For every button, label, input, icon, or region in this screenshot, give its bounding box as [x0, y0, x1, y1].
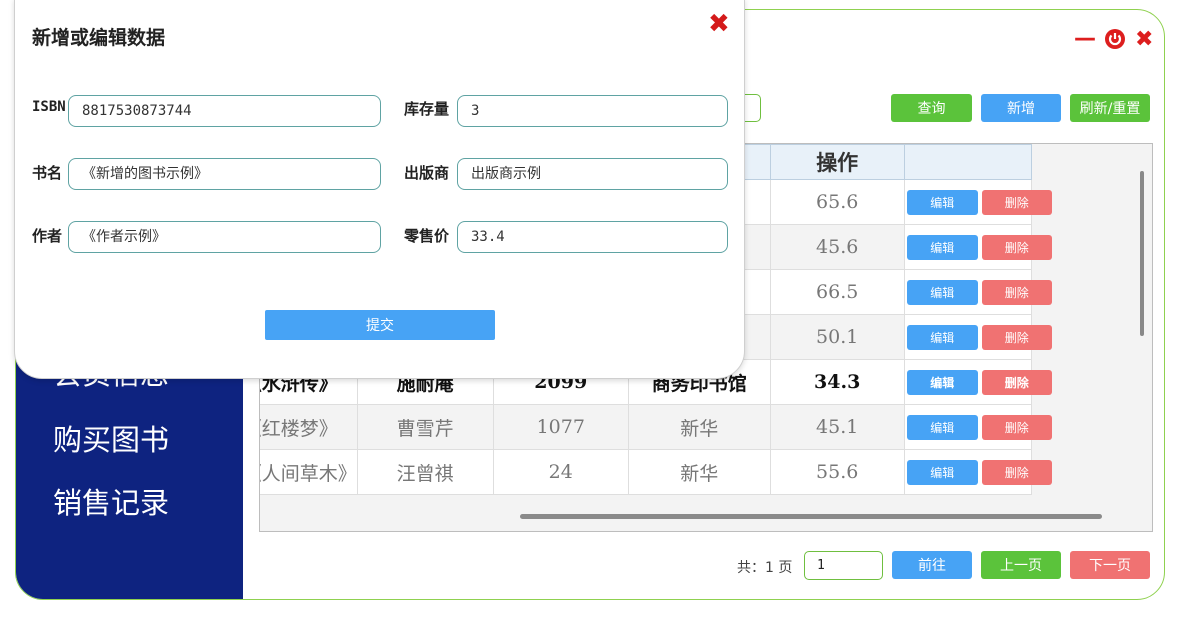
cell-publisher: 新华 [627, 449, 771, 495]
minimize-icon[interactable]: — [1074, 26, 1096, 51]
author-field[interactable]: 《作者示例》 [68, 221, 381, 253]
cell-price: 34.3 [769, 359, 905, 405]
cell-price: 45.6 [769, 224, 905, 270]
isbn-label: ISBN [32, 99, 66, 115]
cell-price: 55.6 [769, 449, 905, 495]
cell-price: 65.6 [769, 179, 905, 225]
column-header-price: 操作 [769, 144, 905, 180]
add-button[interactable]: 新增 [981, 94, 1061, 122]
delete-row-button[interactable]: 删除 [981, 370, 1052, 395]
cell-actions: 编辑 删除 [903, 359, 1052, 405]
publisher-value: 出版商示例 [471, 166, 541, 182]
refresh-reset-button[interactable]: 刷新/重置 [1070, 94, 1150, 122]
cell-author: 汪曾祺 [356, 449, 494, 495]
cell-actions: 编辑 删除 [903, 449, 1052, 495]
cell-stock: 1077 [492, 404, 629, 450]
vertical-scrollbar[interactable] [1140, 171, 1144, 336]
cell-actions: 编辑 删除 [903, 269, 1052, 315]
cell-title: 《人间草木》 [260, 449, 358, 495]
delete-row-button[interactable]: 删除 [981, 325, 1052, 350]
isbn-value: 8817530873744 [82, 103, 192, 119]
cell-actions: 编辑 删除 [903, 314, 1052, 360]
stock-field[interactable]: 3 [457, 95, 728, 127]
page-total-label: 共：1 页 [737, 560, 793, 576]
sidebar-item-buy-books[interactable]: 购买图书 [53, 417, 169, 459]
delete-row-button[interactable]: 删除 [981, 460, 1052, 485]
query-button[interactable]: 查询 [891, 94, 972, 122]
prev-page-button[interactable]: 上一页 [981, 551, 1061, 579]
power-icon[interactable] [1104, 28, 1126, 56]
cell-publisher: 新华 [627, 404, 771, 450]
cell-actions: 编辑 删除 [903, 404, 1052, 450]
price-value: 33.4 [471, 229, 505, 245]
delete-row-button[interactable]: 删除 [981, 235, 1052, 260]
edit-dialog: 新增或编辑数据 ✖ ISBN 8817530873744 库存量 3 书名 《新… [14, 0, 745, 379]
publisher-label: 出版商 [404, 164, 450, 182]
close-window-icon[interactable]: ✖ [1135, 27, 1153, 52]
edit-row-button[interactable]: 编辑 [906, 370, 978, 395]
price-field[interactable]: 33.4 [457, 221, 728, 253]
submit-button[interactable]: 提交 [265, 310, 495, 340]
cell-stock: 24 [492, 449, 629, 495]
price-label: 零售价 [404, 227, 450, 245]
cell-actions: 编辑 删除 [903, 179, 1052, 225]
author-value: 《作者示例》 [82, 229, 166, 245]
cell-price: 66.5 [769, 269, 905, 315]
edit-row-button[interactable]: 编辑 [906, 280, 978, 305]
publisher-field[interactable]: 出版商示例 [457, 158, 728, 190]
cell-author: 曹雪芹 [356, 404, 494, 450]
cell-price: 50.1 [769, 314, 905, 360]
book-name-value: 《新增的图书示例》 [82, 166, 208, 182]
horizontal-scrollbar[interactable] [520, 514, 1102, 519]
cell-price: 45.1 [769, 404, 905, 450]
edit-row-button[interactable]: 编辑 [906, 460, 978, 485]
author-label: 作者 [32, 227, 63, 245]
cell-title: 《红楼梦》 [260, 404, 358, 450]
go-page-button[interactable]: 前往 [892, 551, 972, 579]
edit-row-button[interactable]: 编辑 [906, 325, 978, 350]
cell-actions: 编辑 删除 [903, 224, 1052, 270]
delete-row-button[interactable]: 删除 [981, 280, 1052, 305]
edit-row-button[interactable]: 编辑 [906, 235, 978, 260]
edit-row-button[interactable]: 编辑 [906, 415, 978, 440]
sidebar-item-sales-records[interactable]: 销售记录 [53, 480, 169, 522]
edit-row-button[interactable]: 编辑 [906, 190, 978, 215]
table-row: 《人间草木》汪曾祺24新华55.6编辑删除 [260, 449, 1052, 495]
book-name-field[interactable]: 《新增的图书示例》 [68, 158, 381, 190]
column-header-actions [903, 144, 1033, 180]
close-icon[interactable]: ✖ [708, 9, 730, 39]
delete-row-button[interactable]: 删除 [981, 190, 1052, 215]
stock-label: 库存量 [404, 100, 450, 118]
delete-row-button[interactable]: 删除 [981, 415, 1052, 440]
page-number-input[interactable]: 1 [804, 551, 883, 580]
book-name-label: 书名 [32, 164, 63, 182]
dialog-title: 新增或编辑数据 [32, 27, 166, 49]
next-page-button[interactable]: 下一页 [1070, 551, 1150, 579]
isbn-field[interactable]: 8817530873744 [68, 95, 381, 127]
stock-value: 3 [471, 103, 480, 119]
table-row: 《红楼梦》曹雪芹1077新华45.1编辑删除 [260, 404, 1052, 450]
page-number-value: 1 [817, 558, 825, 573]
